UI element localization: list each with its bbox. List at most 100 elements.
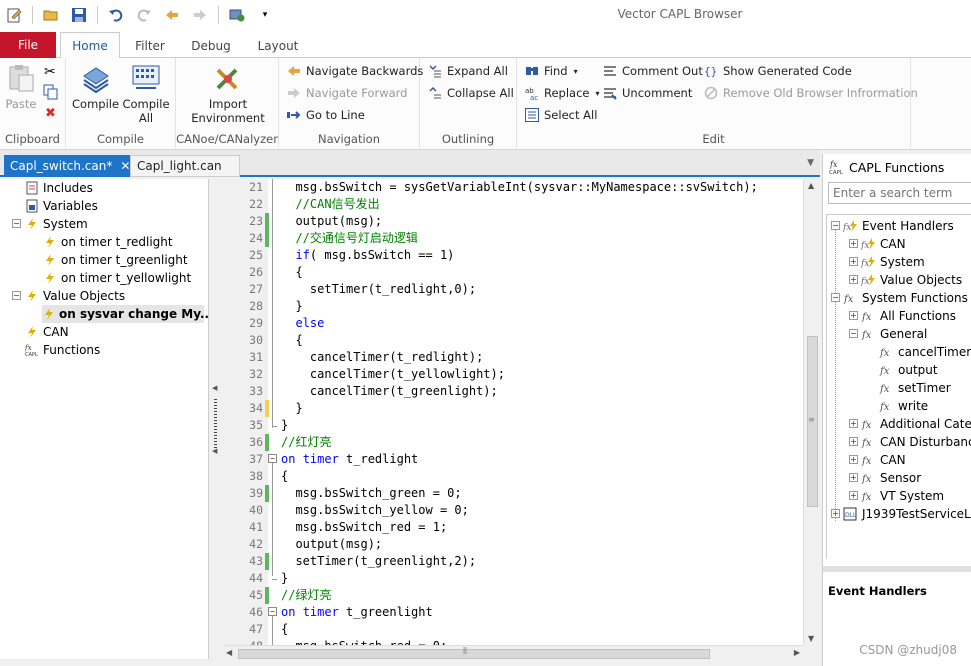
expand-icon[interactable]: + (849, 239, 858, 248)
function-tree-node[interactable]: fx cancelTimer (879, 343, 971, 361)
function-tree-node[interactable]: fx Sensor (861, 469, 921, 487)
go-to-line-button[interactable]: Go to Line (287, 106, 365, 124)
panel-splitter[interactable]: ◀ ◀ (209, 179, 223, 659)
code-line[interactable]: 37− on timer t_redlight (223, 451, 803, 468)
doc-tab-capl-light[interactable]: Capl_light.can (130, 155, 240, 177)
navigate-back-icon[interactable] (164, 7, 180, 23)
expand-icon[interactable]: + (849, 455, 858, 464)
replace-dropdown-icon[interactable]: ▾ (596, 89, 600, 98)
new-file-icon[interactable] (6, 7, 22, 23)
horizontal-scroll-thumb[interactable] (238, 649, 710, 659)
expand-icon[interactable]: + (849, 257, 858, 266)
code-line[interactable]: 41 msg.bsSwitch_red = 1; (223, 519, 803, 536)
code-line[interactable]: 48 msg.bsSwitch_red = 0; (223, 638, 803, 645)
compile-all-button[interactable]: Compile All (122, 62, 170, 125)
code-line[interactable]: 29 else (223, 315, 803, 332)
expand-icon[interactable]: + (849, 311, 858, 320)
splitter-grip[interactable] (214, 399, 217, 449)
code-line[interactable]: 25 if( msg.bsSwitch == 1) (223, 247, 803, 264)
expand-all-button[interactable]: Expand All (428, 62, 508, 80)
undo-icon[interactable] (108, 7, 124, 23)
function-tree-node[interactable]: fx Additional Categ (861, 415, 971, 433)
expand-icon[interactable]: + (849, 419, 858, 428)
tree-node-sysvar-change[interactable]: on sysvar change My... (42, 305, 214, 323)
function-tree-node[interactable]: fx write (879, 397, 928, 415)
code-line[interactable]: 32 cancelTimer(t_yellowlight); (223, 366, 803, 383)
tab-layout[interactable]: Layout (250, 32, 306, 59)
code-line[interactable]: 24 //交通信号灯启动逻辑 (223, 230, 803, 247)
function-tree-node[interactable]: fx output (879, 361, 938, 379)
tab-home[interactable]: Home (60, 32, 120, 59)
expand-icon[interactable]: + (849, 275, 858, 284)
open-folder-icon[interactable] (43, 7, 59, 23)
navigate-forward-icon[interactable] (192, 7, 208, 23)
function-search-input[interactable] (828, 182, 971, 204)
find-dropdown-icon[interactable]: ▾ (574, 67, 578, 76)
show-generated-code-button[interactable]: {} Show Generated Code (704, 62, 852, 80)
collapse-icon[interactable]: − (849, 329, 858, 338)
customize-qat-icon[interactable]: ▾ (257, 7, 273, 23)
code-line[interactable]: 31 cancelTimer(t_redlight); (223, 349, 803, 366)
compile-button[interactable]: Compile (72, 62, 119, 111)
code-line[interactable]: 47 { (223, 621, 803, 638)
function-tree-node[interactable]: fx Value Objects (861, 271, 962, 289)
function-tree-node[interactable]: fx CAN (861, 451, 906, 469)
delete-icon[interactable]: ✖ (45, 106, 56, 121)
fold-toggle-icon[interactable]: − (268, 607, 277, 616)
redo-icon[interactable] (136, 7, 152, 23)
copy-icon[interactable] (43, 84, 59, 103)
select-all-button[interactable]: Select All (525, 106, 597, 124)
code-line[interactable]: 34 } (223, 400, 803, 417)
editor-vertical-scrollbar[interactable]: ▲ ≡ ▼ (803, 179, 820, 645)
code-line[interactable]: 23 output(msg); (223, 213, 803, 230)
navigate-forward-button[interactable]: Navigate Forward (287, 84, 407, 102)
tab-debug[interactable]: Debug (184, 32, 238, 59)
function-tree-node[interactable]: fx System Functions (843, 289, 968, 307)
fold-toggle-icon[interactable]: − (268, 454, 277, 463)
function-tree-node[interactable]: fx CAN Disturbance (861, 433, 971, 451)
uncomment-button[interactable]: Uncomment (603, 84, 692, 102)
code-line[interactable]: 35} (223, 417, 803, 434)
replace-button[interactable]: ab ac Replace ▾ (525, 84, 600, 102)
code-line[interactable]: 28 } (223, 298, 803, 315)
tab-filter[interactable]: Filter (124, 32, 176, 59)
code-editor[interactable]: 21 msg.bsSwitch = sysGetVariableInt(sysv… (223, 179, 803, 645)
code-line[interactable]: 36 //红灯亮 (223, 434, 803, 451)
collapse-icon[interactable]: − (831, 221, 840, 230)
tree-node-value-objects[interactable]: Value Objects (24, 287, 125, 305)
function-tree-node[interactable]: DLL J1939TestServiceLil (843, 505, 971, 523)
tree-node-functions[interactable]: fx CAPL Functions (24, 341, 100, 359)
paste-button[interactable]: Paste (5, 62, 37, 111)
comment-out-button[interactable]: Comment Out (603, 62, 703, 80)
scroll-left-arrow-icon[interactable]: ◀ (226, 648, 232, 657)
function-tree-node[interactable]: fx All Functions (861, 307, 956, 325)
expand-icon[interactable]: + (849, 491, 858, 500)
collapse-icon[interactable]: − (831, 293, 840, 302)
tree-node-timer-red[interactable]: on timer t_redlight (42, 233, 173, 251)
expand-icon[interactable]: + (849, 473, 858, 482)
import-environment-button[interactable]: Import Environment (190, 62, 266, 125)
function-tree-node[interactable]: fx VT System (861, 487, 944, 505)
scroll-down-arrow-icon[interactable]: ▼ (808, 634, 814, 643)
scroll-up-arrow-icon[interactable]: ▲ (808, 181, 814, 190)
function-tree-node[interactable]: fx Event Handlers (843, 217, 954, 235)
tab-list-dropdown-icon[interactable]: ▼ (807, 158, 814, 168)
collapse-left-arrow-icon[interactable]: ◀ (212, 447, 217, 455)
function-tree-node[interactable]: fx System (861, 253, 925, 271)
collapse-icon[interactable]: − (12, 291, 21, 300)
find-button[interactable]: Find ▾ (525, 62, 578, 80)
function-tree-node[interactable]: fx setTimer (879, 379, 951, 397)
code-line[interactable]: 42 output(msg); (223, 536, 803, 553)
collapse-left-arrow-icon[interactable]: ◀ (212, 384, 217, 392)
tree-node-timer-yellow[interactable]: on timer t_yellowlight (42, 269, 191, 287)
code-line[interactable]: 22 //CAN信号发出 (223, 196, 803, 213)
tree-node-can[interactable]: CAN (24, 323, 69, 341)
tree-node-includes[interactable]: Includes (24, 179, 93, 197)
code-line[interactable]: 33 cancelTimer(t_greenlight); (223, 383, 803, 400)
environment-icon[interactable] (229, 7, 245, 23)
scroll-right-arrow-icon[interactable]: ▶ (794, 648, 800, 657)
navigate-backwards-button[interactable]: Navigate Backwards (287, 62, 423, 80)
save-icon[interactable] (71, 7, 87, 23)
function-tree-node[interactable]: fx CAN (861, 235, 906, 253)
tree-node-timer-green[interactable]: on timer t_greenlight (42, 251, 188, 269)
